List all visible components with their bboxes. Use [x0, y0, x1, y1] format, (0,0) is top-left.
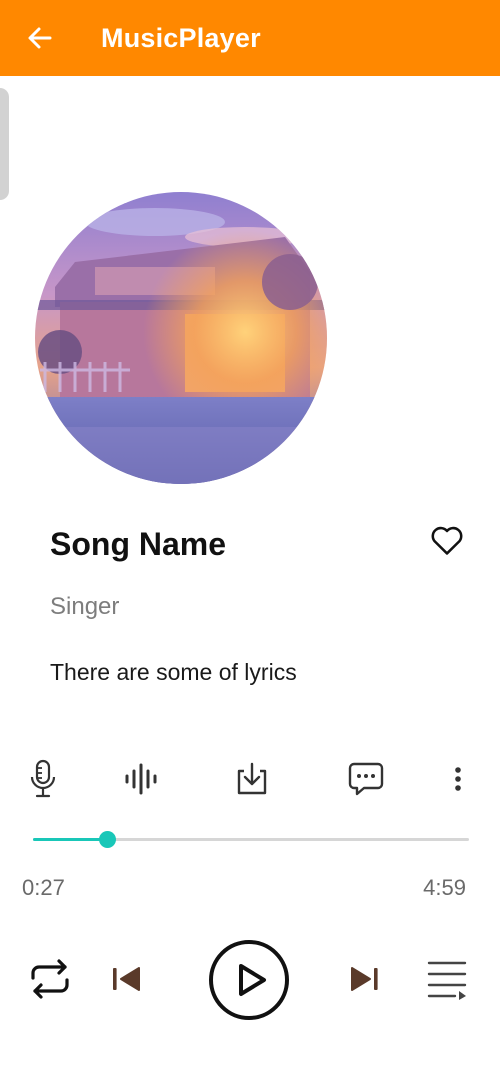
microphone-button[interactable]	[23, 758, 63, 800]
back-button[interactable]	[24, 22, 56, 54]
song-title: Song Name	[50, 526, 227, 562]
lyrics-text: There are some of lyrics	[50, 659, 297, 685]
play-icon	[209, 940, 289, 1020]
more-vertical-icon	[455, 767, 461, 791]
seek-progress	[33, 838, 107, 841]
seek-thumb[interactable]	[99, 831, 116, 848]
repeat-icon	[31, 959, 69, 999]
next-button[interactable]	[344, 961, 384, 997]
previous-button[interactable]	[106, 961, 146, 997]
seek-bar[interactable]	[33, 831, 469, 849]
heart-outline-icon	[431, 526, 463, 555]
edge-drawer-handle[interactable]	[0, 88, 9, 200]
album-cover	[35, 192, 327, 484]
app-bar: MusicPlayer	[0, 0, 500, 76]
comment-button[interactable]	[346, 758, 386, 800]
sound-wave-icon	[125, 763, 157, 795]
playlist-icon	[427, 961, 467, 1000]
download-icon	[237, 762, 267, 795]
skip-next-icon	[351, 967, 378, 991]
play-button[interactable]	[208, 939, 290, 1021]
skip-previous-icon	[113, 967, 140, 991]
total-time: 4:59	[423, 875, 466, 900]
current-time: 0:27	[22, 875, 65, 900]
app-title: MusicPlayer	[101, 23, 261, 53]
microphone-icon	[30, 759, 56, 798]
repeat-button[interactable]	[24, 955, 76, 1003]
download-button[interactable]	[232, 758, 272, 800]
sound-effects-button[interactable]	[121, 758, 161, 800]
favorite-button[interactable]	[428, 521, 466, 559]
playlist-button[interactable]	[424, 957, 470, 1001]
album-cover-image	[35, 192, 327, 484]
more-options-button[interactable]	[438, 758, 478, 800]
singer-name: Singer	[50, 593, 120, 620]
arrow-left-icon	[28, 27, 52, 49]
comment-icon	[348, 762, 384, 796]
